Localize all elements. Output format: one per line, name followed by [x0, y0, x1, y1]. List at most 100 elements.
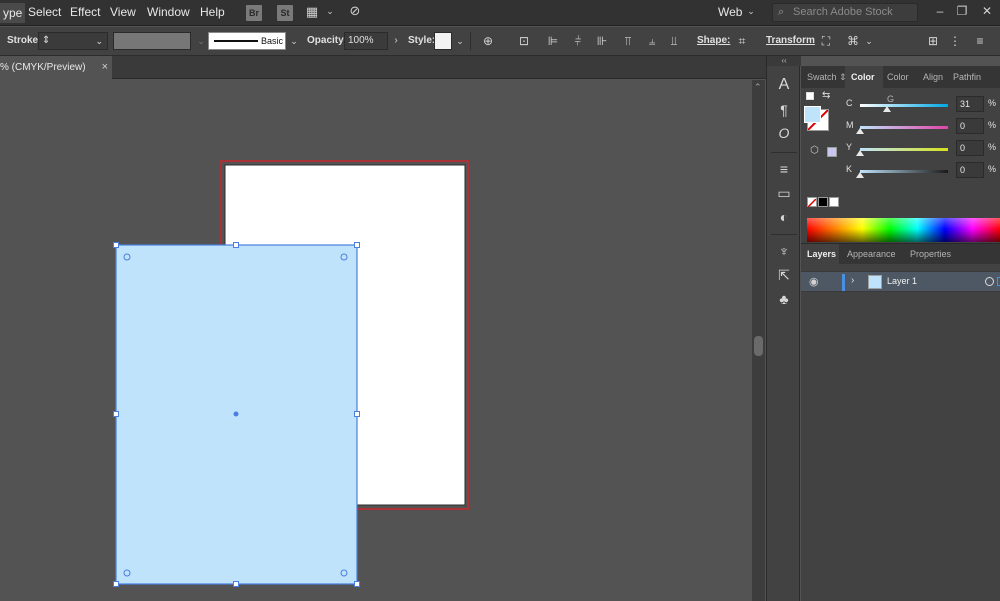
visibility-eye-icon[interactable]: ◉ — [809, 275, 819, 288]
opacity-arrow-icon[interactable]: › — [388, 33, 404, 49]
align-right-icon[interactable]: ⊪ — [594, 33, 610, 49]
arrange-documents-icon[interactable]: ▦ — [305, 5, 319, 19]
yellow-value-input[interactable]: 0 — [956, 140, 984, 156]
menu-view[interactable]: View — [110, 5, 136, 19]
bridge-icon[interactable]: Br — [246, 5, 262, 21]
arrange-icon[interactable]: ⋮ — [947, 33, 963, 49]
bounding-handle[interactable] — [354, 411, 360, 417]
magenta-value-input[interactable]: 0 — [956, 118, 984, 134]
cyan-knob[interactable] — [883, 106, 892, 112]
recolor-artwork-icon[interactable]: ⊕ — [480, 33, 496, 49]
expand-chevron-icon[interactable]: › — [851, 275, 854, 286]
align-middle-icon[interactable]: ⫨ — [644, 33, 660, 49]
cyan-track[interactable] — [860, 104, 948, 107]
graphic-style-swatch[interactable] — [434, 32, 452, 50]
opacity-input[interactable]: 100% — [344, 32, 388, 50]
scroll-thumb[interactable] — [754, 336, 763, 356]
menu-effect[interactable]: Effect — [70, 5, 100, 19]
panel-menu-icon[interactable]: ≡ — [972, 33, 988, 49]
bounding-handle[interactable] — [354, 581, 360, 587]
bounding-handle[interactable] — [113, 581, 119, 587]
transparency-panel-icon[interactable]: ◐ — [775, 208, 793, 226]
symbols-panel-icon[interactable]: ♆ — [775, 242, 793, 260]
character-icon[interactable]: A — [775, 76, 793, 94]
black-value-input[interactable]: 0 — [956, 162, 984, 178]
bounding-handle[interactable] — [233, 581, 239, 587]
variable-width-profile[interactable] — [113, 32, 191, 50]
layer-row[interactable]: ◉ › Layer 1 — [801, 271, 1000, 292]
black-knob[interactable] — [856, 172, 864, 178]
align-to-icon[interactable]: ⊡ — [516, 33, 532, 49]
paragraph-icon[interactable]: ¶ — [775, 101, 793, 119]
magenta-knob[interactable] — [856, 128, 864, 134]
yellow-knob[interactable] — [856, 150, 864, 156]
workspace-chevron-icon[interactable]: ⌄ — [744, 4, 758, 18]
menu-help[interactable]: Help — [200, 5, 225, 19]
black-swatch[interactable] — [818, 197, 828, 207]
align-top-icon[interactable]: ⫪ — [620, 33, 636, 49]
gradient-panel-icon[interactable]: ▭ — [775, 184, 793, 202]
bounding-handle[interactable] — [354, 242, 360, 248]
layer-name[interactable]: Layer 1 — [887, 276, 917, 286]
menu-select[interactable]: Select — [28, 5, 61, 19]
isolate-icon[interactable]: ⛶ — [818, 33, 834, 49]
menu-window[interactable]: Window — [147, 5, 190, 19]
menu-type[interactable]: ype — [0, 3, 26, 23]
chevron-down-icon[interactable]: ⌄ — [323, 4, 337, 18]
align-left-icon[interactable]: ⊫ — [545, 33, 561, 49]
gpu-performance-icon[interactable]: ⊘ — [348, 4, 362, 18]
grid-icon[interactable]: ⊞ — [925, 33, 941, 49]
opentype-icon[interactable]: O — [775, 124, 793, 142]
tab-color[interactable]: Color — [845, 66, 883, 88]
white-swatch[interactable] — [829, 197, 839, 207]
cyan-value-input[interactable]: 31 — [956, 96, 984, 112]
tab-cycle-icon[interactable]: ⇕ — [837, 66, 847, 88]
tab-layers[interactable]: Layers — [801, 244, 839, 264]
tab-appearance[interactable]: Appearance — [841, 244, 903, 264]
bounding-handle[interactable] — [113, 242, 119, 248]
scroll-up-icon[interactable]: ⌃ — [754, 82, 762, 93]
vertical-scrollbar[interactable]: ⌃ — [752, 80, 765, 601]
tab-color-guide[interactable]: Color G — [881, 66, 917, 104]
bounding-handle[interactable] — [113, 411, 119, 417]
align-center-icon[interactable]: ⫩ — [570, 33, 586, 49]
bounding-handle[interactable] — [233, 242, 239, 248]
magenta-track[interactable] — [860, 126, 948, 129]
shape-icon[interactable]: ⌗ — [734, 33, 750, 49]
style-chevron-icon[interactable]: ⌄ — [452, 33, 468, 49]
stroke-weight-input[interactable]: ⇕ ⌄ — [38, 32, 108, 50]
transform-link[interactable]: Transform — [766, 35, 815, 46]
workspace-switcher[interactable]: Web — [718, 5, 742, 19]
tab-properties[interactable]: Properties — [904, 244, 964, 264]
collapse-panels-icon[interactable]: ‹‹ — [767, 56, 801, 66]
stroke-chevron-icon[interactable]: ⌄ — [95, 33, 103, 49]
color-spectrum[interactable] — [807, 218, 1000, 242]
stock-icon[interactable]: St — [277, 5, 293, 21]
artwork[interactable] — [0, 80, 752, 601]
close-tab-icon[interactable]: × — [102, 56, 108, 79]
none-swatch[interactable] — [807, 197, 817, 208]
tab-align[interactable]: Align — [917, 66, 949, 88]
shape-link[interactable]: Shape: — [697, 35, 730, 46]
stroke-panel-icon[interactable]: ≡ — [775, 160, 793, 178]
envelope-chevron-icon[interactable]: ⌄ — [861, 33, 877, 49]
envelope-icon[interactable]: ⌘ — [845, 33, 861, 49]
align-bottom-icon[interactable]: ⫫ — [666, 33, 682, 49]
search-stock-input[interactable]: ⌕ Search Adobe Stock — [772, 3, 918, 22]
close-window-icon[interactable]: ✕ — [980, 4, 994, 18]
tab-pathfinder[interactable]: Pathfin — [947, 66, 1000, 88]
target-circle-icon[interactable] — [985, 277, 994, 286]
stroke-stepper-icon[interactable]: ⇕ — [42, 35, 50, 46]
canvas[interactable] — [0, 80, 752, 601]
club-symbol-icon[interactable]: ♣ — [775, 290, 793, 308]
brush-chevron-icon[interactable]: ⌄ — [286, 33, 302, 49]
minimize-icon[interactable]: – — [933, 4, 947, 18]
brush-definition[interactable]: Basic — [208, 32, 286, 50]
black-track[interactable] — [860, 170, 948, 173]
document-tab[interactable]: % (CMYK/Preview) × — [0, 56, 112, 79]
asset-export-icon[interactable]: ⇱ — [775, 266, 793, 284]
restore-icon[interactable]: ❐ — [955, 4, 969, 18]
yellow-track[interactable] — [860, 148, 948, 151]
tab-swatches[interactable]: Swatch — [801, 66, 837, 88]
profile-chevron-icon[interactable]: ⌄ — [193, 33, 209, 49]
